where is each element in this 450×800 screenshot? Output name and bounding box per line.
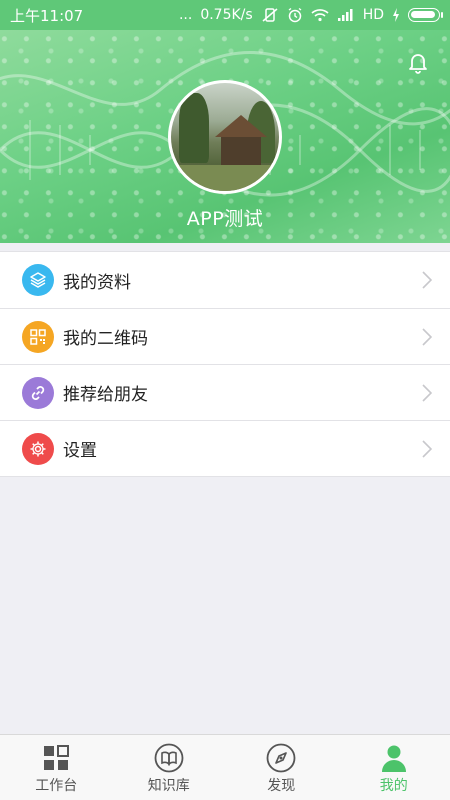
wifi-icon bbox=[311, 8, 329, 22]
tab-label: 知识库 bbox=[147, 777, 190, 794]
menu-item-settings[interactable]: 设置 bbox=[0, 420, 450, 476]
chevron-right-icon bbox=[422, 440, 432, 458]
gear-icon bbox=[22, 432, 54, 465]
profile-header: APP测试 bbox=[0, 30, 450, 243]
menu-item-my-qrcode[interactable]: 我的二维码 bbox=[0, 308, 450, 364]
tab-label: 发现 bbox=[267, 777, 296, 794]
status-dots: ... bbox=[178, 7, 193, 23]
chevron-right-icon bbox=[422, 271, 432, 289]
alarm-icon bbox=[287, 7, 303, 23]
status-time: 上午11:07 bbox=[10, 6, 84, 25]
menu-item-label: 设置 bbox=[63, 441, 97, 461]
charging-icon bbox=[392, 8, 400, 22]
tab-discover[interactable]: 发现 bbox=[225, 735, 338, 800]
bell-icon[interactable] bbox=[406, 50, 430, 74]
profile-menu: 我的资料 我的二维码 推荐给朋友 设置 bbox=[0, 251, 450, 477]
menu-item-label: 我的资料 bbox=[63, 272, 131, 293]
menu-item-label: 推荐给朋友 bbox=[63, 385, 148, 405]
link-icon bbox=[22, 376, 54, 409]
grid-icon bbox=[44, 744, 70, 770]
bottom-tab-bar: 工作台 知识库 发现 我的 bbox=[0, 734, 450, 800]
compass-icon bbox=[266, 743, 296, 772]
no-vibrate-icon bbox=[261, 7, 279, 23]
book-icon bbox=[154, 743, 184, 772]
tab-knowledge-base[interactable]: 知识库 bbox=[113, 735, 226, 800]
status-indicators: ... 0.75K/s HD bbox=[178, 7, 443, 23]
layers-icon bbox=[22, 264, 54, 296]
menu-item-label: 我的二维码 bbox=[63, 329, 148, 349]
tab-workbench[interactable]: 工作台 bbox=[0, 735, 113, 800]
username: APP测试 bbox=[186, 208, 264, 230]
qrcode-icon bbox=[22, 320, 54, 353]
network-type: HD bbox=[362, 7, 384, 23]
network-speed: 0.75K/s bbox=[200, 7, 253, 23]
chevron-right-icon bbox=[422, 384, 432, 402]
status-bar: 上午11:07 ... 0.75K/s HD bbox=[0, 0, 450, 30]
tab-me[interactable]: 我的 bbox=[338, 735, 450, 800]
person-icon bbox=[381, 745, 406, 772]
tab-label: 工作台 bbox=[35, 777, 78, 794]
menu-item-my-profile[interactable]: 我的资料 bbox=[0, 252, 450, 308]
battery-icon bbox=[408, 8, 443, 22]
chevron-right-icon bbox=[422, 328, 432, 346]
avatar[interactable] bbox=[168, 80, 282, 194]
menu-item-recommend[interactable]: 推荐给朋友 bbox=[0, 364, 450, 420]
tab-label: 我的 bbox=[379, 777, 408, 794]
signal-icon bbox=[337, 8, 355, 22]
